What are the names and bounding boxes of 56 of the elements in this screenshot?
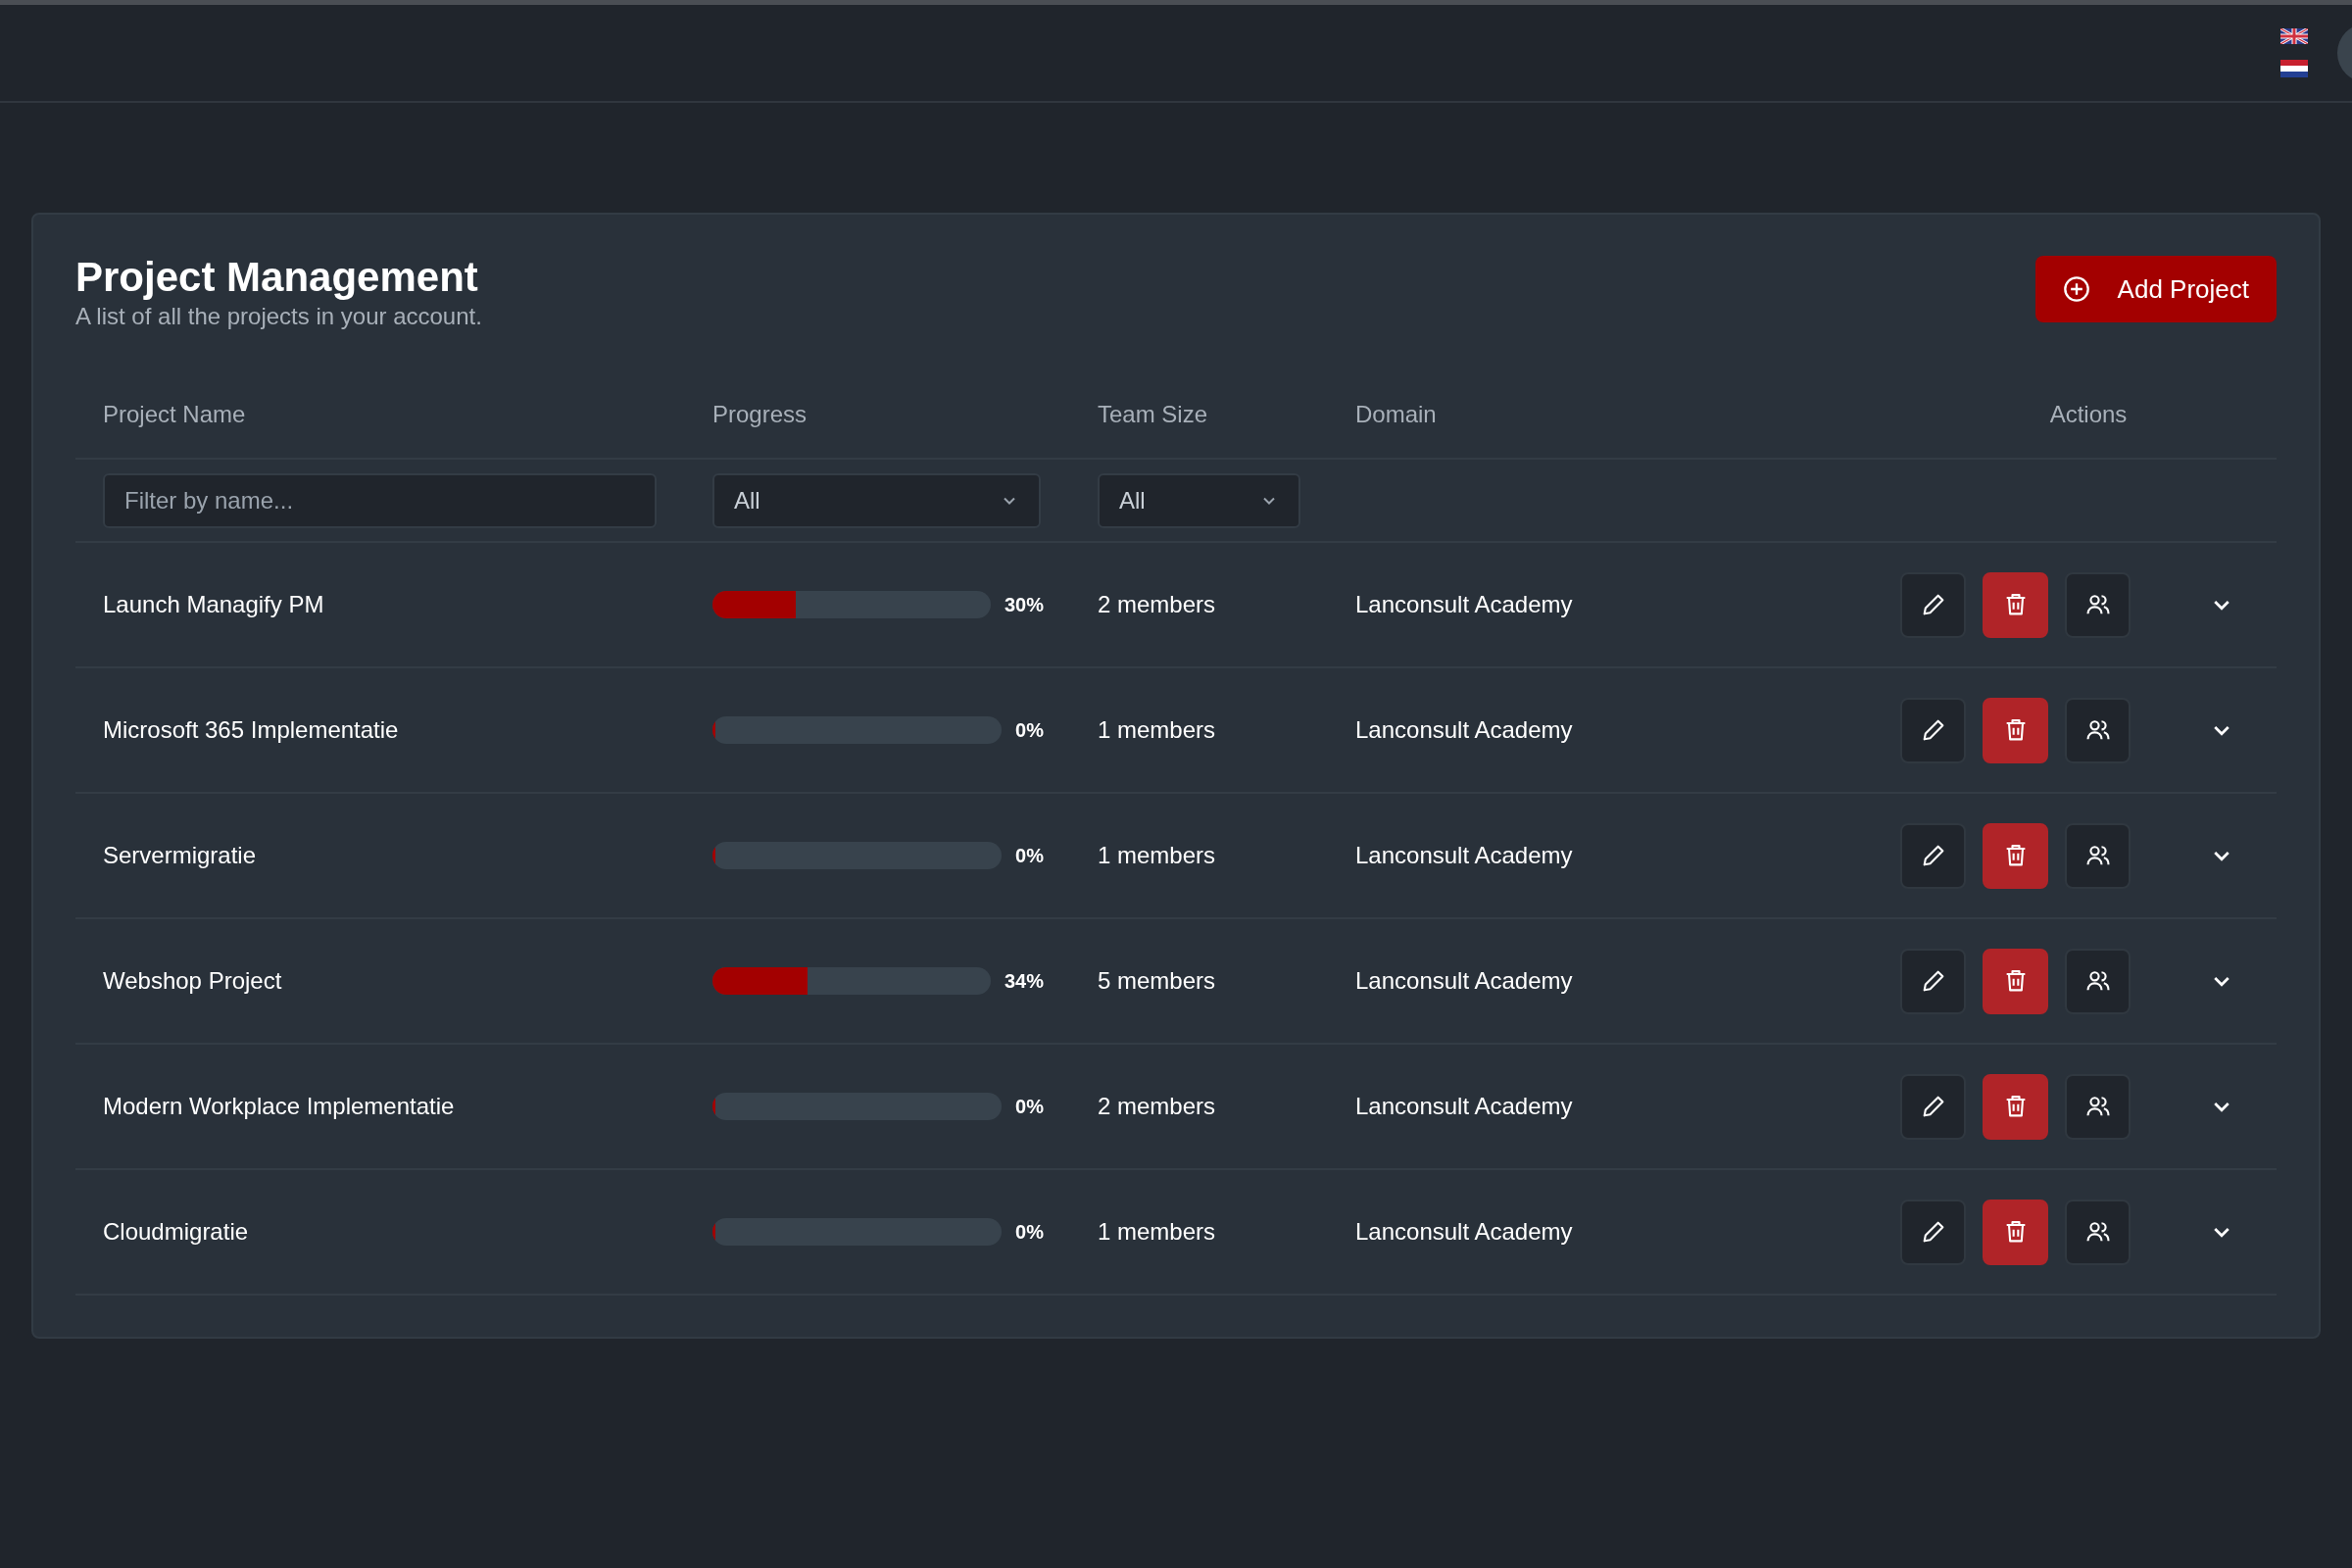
- team-size: 5 members: [1098, 967, 1217, 996]
- column-header: Progress: [712, 401, 808, 429]
- domain-name: Lanconsult Academy: [1355, 1093, 1574, 1121]
- delete-button[interactable]: [1983, 948, 2048, 1014]
- team-size: 2 members: [1098, 1093, 1217, 1121]
- delete-button[interactable]: [1983, 822, 2048, 889]
- delete-button[interactable]: [1983, 1199, 2048, 1265]
- team-button[interactable]: [2065, 571, 2131, 638]
- progress-percent: 34%: [1004, 969, 1044, 993]
- add-project-button[interactable]: Add Project: [2034, 256, 2277, 322]
- delete-button[interactable]: [1983, 697, 2048, 763]
- domain-name: Lanconsult Academy: [1355, 967, 1574, 996]
- domain-name: Lanconsult Academy: [1355, 716, 1574, 745]
- team-button[interactable]: [2065, 1073, 2131, 1140]
- flag-icon[interactable]: [2280, 60, 2308, 77]
- domain-name: Lanconsult Academy: [1355, 1218, 1574, 1247]
- team-size-filter-dropdown[interactable]: All: [1098, 472, 1300, 528]
- edit-button[interactable]: [1900, 697, 1966, 763]
- edit-button[interactable]: [1900, 822, 1966, 889]
- team-button[interactable]: [2065, 822, 2131, 889]
- progress-percent: 30%: [1004, 593, 1044, 616]
- column-header: Team Size: [1098, 401, 1209, 429]
- team-size: 1 members: [1098, 716, 1217, 745]
- domain-name: Lanconsult Academy: [1355, 591, 1574, 619]
- project-name: Microsoft 365 Implementatie: [103, 716, 400, 745]
- team-button[interactable]: [2065, 697, 2131, 763]
- team-size: 1 members: [1098, 842, 1217, 870]
- edit-button[interactable]: [1900, 571, 1966, 638]
- team-size: 2 members: [1098, 591, 1217, 619]
- page-subtitle: A list of all the projects in your account.: [75, 303, 482, 331]
- team-button[interactable]: [2065, 948, 2131, 1014]
- progress-percent: 0%: [1015, 718, 1044, 742]
- delete-button[interactable]: [1983, 571, 2048, 638]
- project-name: Cloudmigratie: [103, 1218, 250, 1247]
- progress-filter-dropdown[interactable]: All: [712, 472, 1041, 528]
- plus-circle-icon: [2062, 275, 2090, 303]
- edit-button[interactable]: [1900, 1073, 1966, 1140]
- name-filter-field[interactable]: Filter by name...: [103, 472, 657, 528]
- domain-name: Lanconsult Academy: [1355, 842, 1574, 870]
- project-name: Modern Workplace Implementatie: [103, 1093, 456, 1121]
- project-name: Webshop Project: [103, 967, 283, 996]
- flag-icon[interactable]: [2280, 28, 2308, 44]
- progress-percent: 0%: [1015, 1220, 1044, 1244]
- team-button[interactable]: [2065, 1199, 2131, 1265]
- column-header: Domain: [1355, 401, 1438, 429]
- project-name: Servermigratie: [103, 842, 258, 870]
- delete-button[interactable]: [1983, 1073, 2048, 1140]
- progress-percent: 0%: [1015, 1095, 1044, 1118]
- page-title: Project Management: [75, 254, 479, 302]
- progress-percent: 0%: [1015, 844, 1044, 867]
- column-header: Project Name: [103, 401, 247, 429]
- team-size: 1 members: [1098, 1218, 1217, 1247]
- project-name: Launch Managify PM: [103, 591, 325, 619]
- column-header: Actions: [2048, 401, 2129, 429]
- edit-button[interactable]: [1900, 1199, 1966, 1265]
- edit-button[interactable]: [1900, 948, 1966, 1014]
